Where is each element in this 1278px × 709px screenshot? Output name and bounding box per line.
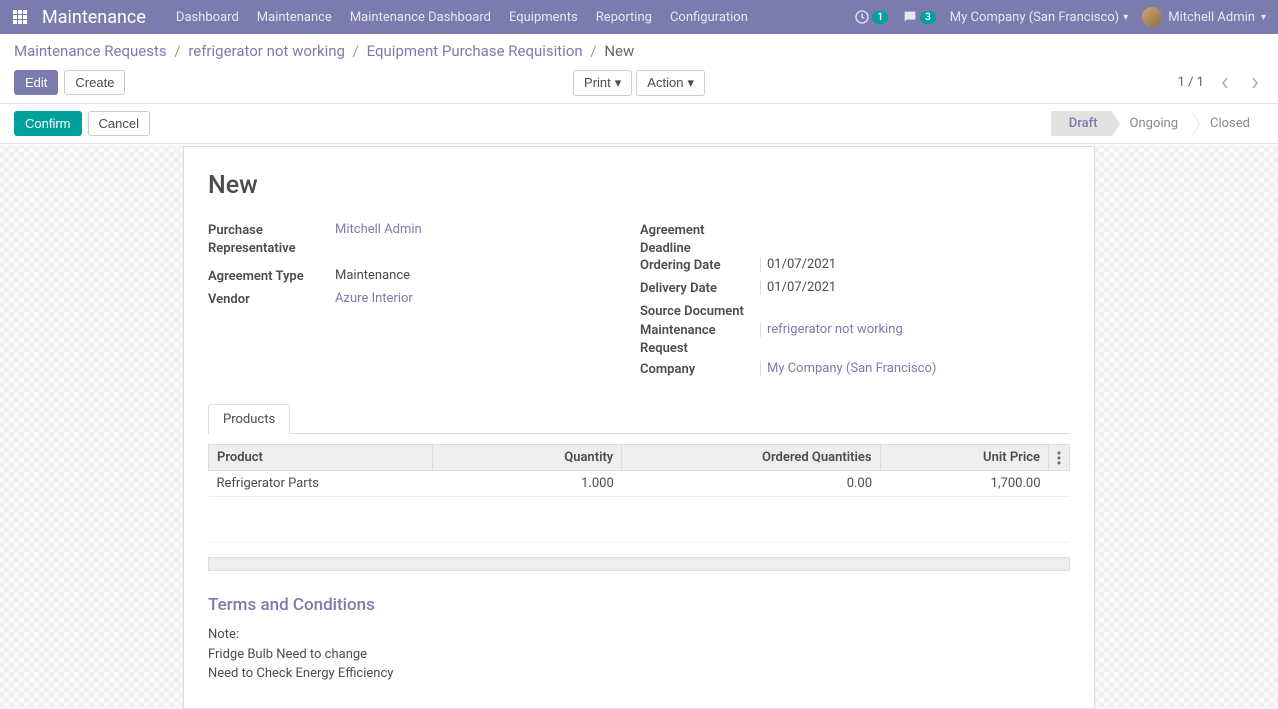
chevron-right-icon: [1250, 77, 1260, 89]
cell-ordered: 0.00: [622, 471, 880, 497]
avatar: [1142, 7, 1162, 27]
kebab-icon: [1057, 451, 1061, 465]
nav-item-maintenance-dashboard[interactable]: Maintenance Dashboard: [350, 10, 491, 25]
activity-indicator[interactable]: 1: [854, 9, 888, 25]
value-company[interactable]: My Company (San Francisco): [760, 361, 1070, 376]
col-ordered[interactable]: Ordered Quantities: [622, 445, 880, 471]
terms-body: Note: Fridge Bulb Need to change Need to…: [208, 625, 1070, 684]
form-left-column: Purchase Representative Mitchell Admin A…: [208, 222, 638, 384]
status-steps: Draft Ongoing Closed: [1051, 111, 1264, 136]
breadcrumb-link[interactable]: Maintenance Requests: [14, 42, 167, 60]
caret-down-icon: ▾: [1123, 12, 1128, 23]
col-quantity[interactable]: Quantity: [432, 445, 621, 471]
label-ordering-date: Ordering Date: [640, 257, 760, 275]
pager-text: 1 / 1: [1178, 75, 1204, 90]
terms-section: Terms and Conditions Note: Fridge Bulb N…: [208, 595, 1070, 684]
print-label: Print: [584, 75, 611, 90]
table-footer-bar: [208, 557, 1070, 571]
col-menu[interactable]: [1049, 445, 1070, 471]
col-unit-price[interactable]: Unit Price: [880, 445, 1048, 471]
pager-next[interactable]: [1246, 73, 1264, 93]
label-agreement-type: Agreement Type: [208, 268, 335, 286]
value-vendor[interactable]: Azure Interior: [335, 291, 638, 306]
statusbar-buttons: Confirm Cancel: [14, 111, 150, 136]
apps-icon[interactable]: [12, 9, 28, 25]
status-draft[interactable]: Draft: [1051, 111, 1112, 136]
nav-item-dashboard[interactable]: Dashboard: [176, 10, 239, 25]
label-agreement-deadline: Agreement Deadline: [640, 222, 760, 257]
label-maintenance-request: Maintenance Request: [640, 322, 760, 357]
top-navbar: Maintenance Dashboard Maintenance Mainte…: [0, 0, 1278, 34]
content-area: New Purchase Representative Mitchell Adm…: [0, 146, 1278, 709]
app-brand[interactable]: Maintenance: [42, 7, 146, 28]
nav-item-equipments[interactable]: Equipments: [509, 10, 578, 25]
cell-product: Refrigerator Parts: [209, 471, 433, 497]
company-switcher[interactable]: My Company (San Francisco) ▾: [950, 10, 1128, 25]
breadcrumb-link[interactable]: refrigerator not working: [188, 42, 345, 60]
nav-item-reporting[interactable]: Reporting: [596, 10, 652, 25]
clock-icon: [854, 9, 870, 25]
messages-count: 3: [920, 11, 936, 24]
cp-center-buttons: Print ▾ Action ▾: [573, 70, 705, 96]
create-button[interactable]: Create: [64, 70, 125, 95]
cp-pager: 1 / 1: [1178, 73, 1264, 93]
table-row[interactable]: Refrigerator Parts 1.000 0.00 1,700.00: [209, 471, 1070, 497]
form-sheet: New Purchase Representative Mitchell Adm…: [183, 146, 1095, 709]
nav-item-configuration[interactable]: Configuration: [670, 10, 748, 25]
chat-icon: [902, 9, 918, 25]
form-columns: Purchase Representative Mitchell Admin A…: [208, 222, 1070, 384]
terms-heading: Terms and Conditions: [208, 595, 1070, 615]
status-ongoing[interactable]: Ongoing: [1112, 111, 1192, 136]
edit-button[interactable]: Edit: [14, 70, 58, 95]
confirm-button[interactable]: Confirm: [14, 111, 82, 136]
user-name: Mitchell Admin: [1168, 10, 1255, 25]
user-menu[interactable]: Mitchell Admin ▾: [1142, 7, 1266, 27]
label-delivery-date: Delivery Date: [640, 280, 760, 298]
label-company: Company: [640, 361, 760, 379]
action-label: Action: [647, 75, 683, 90]
breadcrumb: Maintenance Requests / refrigerator not …: [14, 42, 1264, 60]
caret-down-icon: ▾: [615, 75, 622, 91]
cancel-button[interactable]: Cancel: [88, 111, 150, 136]
value-agreement-type: Maintenance: [335, 268, 638, 283]
messages-indicator[interactable]: 3: [902, 9, 936, 25]
col-product[interactable]: Product: [209, 445, 433, 471]
action-button[interactable]: Action ▾: [636, 70, 705, 96]
navbar-right: 1 3 My Company (San Francisco) ▾ Mitchel…: [854, 7, 1266, 27]
activity-count: 1: [872, 11, 888, 24]
nav-menu: Dashboard Maintenance Maintenance Dashbo…: [176, 10, 854, 25]
control-panel: Maintenance Requests / refrigerator not …: [0, 34, 1278, 104]
breadcrumb-separator: /: [353, 42, 359, 60]
breadcrumb-current: New: [604, 42, 634, 60]
breadcrumb-separator: /: [590, 42, 596, 60]
cell-quantity: 1.000: [432, 471, 621, 497]
breadcrumb-link[interactable]: Equipment Purchase Requisition: [367, 42, 583, 60]
caret-down-icon: ▾: [1261, 12, 1266, 23]
label-purchase-rep: Purchase Representative: [208, 222, 335, 257]
value-ordering-date: 01/07/2021: [760, 257, 1070, 272]
form-right-column: Agreement Deadline Ordering Date 01/07/2…: [638, 222, 1070, 384]
cp-left-buttons: Edit Create: [14, 70, 125, 95]
company-name: My Company (San Francisco): [950, 10, 1119, 25]
cell-unit-price: 1,700.00: [880, 471, 1048, 497]
breadcrumb-separator: /: [174, 42, 180, 60]
label-source-document: Source Document: [640, 303, 760, 321]
statusbar: Confirm Cancel Draft Ongoing Closed: [0, 104, 1278, 144]
label-vendor: Vendor: [208, 291, 335, 309]
caret-down-icon: ▾: [687, 75, 694, 91]
table-header-row: Product Quantity Ordered Quantities Unit…: [209, 445, 1070, 471]
nav-item-maintenance[interactable]: Maintenance: [257, 10, 332, 25]
status-closed[interactable]: Closed: [1192, 111, 1264, 136]
value-purchase-rep[interactable]: Mitchell Admin: [335, 222, 638, 237]
value-delivery-date: 01/07/2021: [760, 280, 1070, 295]
tab-products[interactable]: Products: [208, 404, 290, 434]
tabs: Products: [208, 404, 1070, 434]
pager-prev[interactable]: [1216, 73, 1234, 93]
print-button[interactable]: Print ▾: [573, 70, 632, 96]
chevron-left-icon: [1220, 77, 1230, 89]
page-title: New: [208, 171, 1070, 200]
value-maintenance-request[interactable]: refrigerator not working: [760, 322, 1070, 337]
products-table: Product Quantity Ordered Quantities Unit…: [208, 444, 1070, 543]
